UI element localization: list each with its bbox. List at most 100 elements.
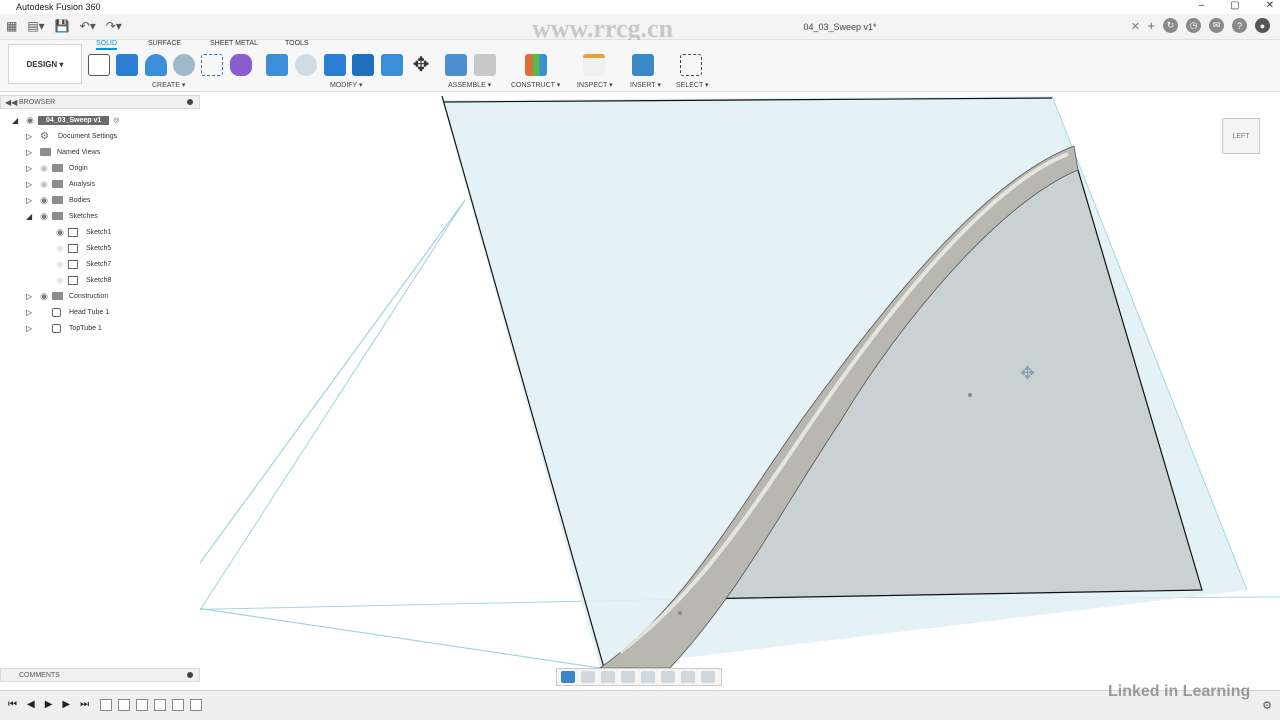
job-status-icon[interactable]: ◷ [1186, 18, 1201, 33]
timeline-feature[interactable] [172, 699, 184, 711]
tree-item-named-views[interactable]: ▷ Named Views [26, 144, 100, 160]
pattern-icon[interactable] [201, 54, 223, 76]
new-tab-icon[interactable]: + [1147, 18, 1155, 33]
zoom-icon[interactable] [621, 671, 635, 683]
pin-icon[interactable] [187, 672, 193, 678]
collapse-icon[interactable]: ◀◀ [5, 98, 17, 107]
inspect-group-label[interactable]: INSPECT ▾ [577, 81, 613, 89]
expand-triangle-icon[interactable]: ▷ [26, 324, 36, 333]
tree-item-bodies[interactable]: ▷ ◉ Bodies [26, 192, 90, 208]
close-window-icon[interactable]: ✕ [1266, 0, 1274, 11]
tree-item-origin[interactable]: ▷ ◉ Origin [26, 160, 88, 176]
new-component-icon[interactable] [445, 54, 467, 76]
eye-hidden-icon[interactable]: ◉ [52, 259, 68, 270]
timeline-feature[interactable] [154, 699, 166, 711]
expand-triangle-icon[interactable]: ▷ [26, 196, 36, 205]
timeline-feature[interactable] [190, 699, 202, 711]
timeline-feature[interactable] [118, 699, 130, 711]
chamfer-icon[interactable] [324, 54, 346, 76]
insert-image-icon[interactable] [632, 54, 654, 76]
eye-icon[interactable]: ◉ [36, 291, 52, 302]
joint-icon[interactable] [474, 54, 496, 76]
apps-grid-icon[interactable]: ▦ [6, 19, 17, 33]
select-icon[interactable] [680, 54, 702, 76]
move-icon[interactable]: ✥ [410, 54, 432, 76]
collapse-triangle-icon[interactable]: ◢ [26, 212, 36, 221]
tree-item-top-tube[interactable]: ▷ ◉ TopTube 1 [26, 320, 102, 336]
expand-triangle-icon[interactable]: ▷ [26, 148, 36, 157]
help-icon[interactable]: ? [1232, 18, 1247, 33]
settings-gear-icon[interactable]: ⚙ [1262, 699, 1272, 712]
go-to-start-icon[interactable]: ⏮ [8, 699, 17, 710]
eye-hidden-icon[interactable]: ◉ [36, 163, 52, 174]
form-icon[interactable] [230, 54, 252, 76]
tab-surface[interactable]: SURFACE [148, 40, 181, 47]
avatar[interactable]: ● [1255, 18, 1270, 33]
modify-group-label[interactable]: MODIFY ▾ [330, 81, 363, 89]
eye-hidden-icon[interactable]: ◉ [52, 275, 68, 286]
revolve-icon[interactable] [145, 54, 167, 76]
insert-group-label[interactable]: INSERT ▾ [630, 81, 661, 89]
shell-icon[interactable] [352, 54, 374, 76]
offset-plane-icon[interactable] [525, 54, 547, 76]
fillet-icon[interactable] [295, 54, 317, 76]
play-icon[interactable]: ▶ [45, 699, 53, 710]
file-menu-icon[interactable]: ▤▾ [27, 19, 44, 33]
expand-triangle-icon[interactable]: ▷ [26, 292, 36, 301]
measure-icon[interactable] [583, 54, 605, 76]
pin-icon[interactable] [187, 99, 193, 105]
viewcube[interactable]: LEFT [1222, 118, 1260, 154]
canvas-viewport[interactable]: ✥ [200, 92, 1280, 668]
expand-triangle-icon[interactable]: ▷ [26, 308, 36, 317]
undo-icon[interactable]: ↶▾ [80, 19, 96, 33]
tab-tools[interactable]: TOOLS [285, 40, 309, 47]
collapse-triangle-icon[interactable]: ◢ [12, 116, 22, 125]
tree-item-sketch7[interactable]: ◉ Sketch7 [52, 256, 111, 272]
expand-triangle-icon[interactable]: ▷ [26, 180, 36, 189]
browser-header[interactable]: ◀◀ BROWSER [0, 95, 200, 109]
hole-icon[interactable] [173, 54, 195, 76]
display-mode-icon[interactable] [661, 671, 675, 683]
redo-icon[interactable]: ↷▾ [106, 19, 122, 33]
tab-sheet-metal[interactable]: SHEET METAL [210, 40, 258, 47]
timeline-feature[interactable] [136, 699, 148, 711]
go-to-end-icon[interactable]: ⏭ [80, 699, 89, 710]
workspace-switcher[interactable]: DESIGN ▾ [8, 44, 82, 84]
eye-hidden-icon[interactable]: ◉ [36, 179, 52, 190]
grid-settings-icon[interactable] [681, 671, 695, 683]
notifications-icon[interactable]: ✉ [1209, 18, 1224, 33]
step-back-icon[interactable]: ◀ [27, 699, 35, 710]
combine-icon[interactable] [381, 54, 403, 76]
eye-icon[interactable]: ◉ [36, 211, 52, 222]
eye-icon[interactable]: ◉ [22, 115, 38, 126]
tree-item-sketch5[interactable]: ◉ Sketch5 [52, 240, 111, 256]
eye-icon[interactable]: ◉ [36, 195, 52, 206]
extensions-icon[interactable]: ↻ [1163, 18, 1178, 33]
assemble-group-label[interactable]: ASSEMBLE ▾ [448, 81, 491, 89]
fit-icon[interactable] [641, 671, 655, 683]
create-sketch-icon[interactable] [88, 54, 110, 76]
press-pull-icon[interactable] [266, 54, 288, 76]
tree-item-sketch8[interactable]: ◉ Sketch8 [52, 272, 111, 288]
save-icon[interactable]: 💾 [55, 19, 70, 33]
tree-item-construction[interactable]: ▷ ◉ Construction [26, 288, 108, 304]
eye-icon[interactable]: ◉ [52, 227, 68, 238]
minimize-icon[interactable]: – [1199, 0, 1205, 11]
tree-item-sketch1[interactable]: ◉ Sketch1 [52, 224, 111, 240]
pan-icon[interactable] [601, 671, 615, 683]
close-tab-icon[interactable]: ✕ [1131, 20, 1140, 33]
display-settings-icon[interactable] [561, 671, 575, 683]
tree-item-head-tube[interactable]: ▷ ◉ Head Tube 1 [26, 304, 109, 320]
step-forward-icon[interactable]: ▶ [62, 699, 70, 710]
activate-icon[interactable]: ◎ [113, 116, 119, 124]
tree-root[interactable]: ◢ ◉ 04_03_Sweep v1 ◎ [12, 112, 119, 128]
eye-hidden-icon[interactable]: ◉ [36, 323, 52, 334]
viewports-icon[interactable] [701, 671, 715, 683]
construct-group-label[interactable]: CONSTRUCT ▾ [511, 81, 560, 89]
maximize-icon[interactable]: ▢ [1230, 0, 1239, 11]
expand-triangle-icon[interactable]: ▷ [26, 164, 36, 173]
tree-item-sketches[interactable]: ◢ ◉ Sketches [26, 208, 98, 224]
tree-item-analysis[interactable]: ▷ ◉ Analysis [26, 176, 95, 192]
create-group-label[interactable]: CREATE ▾ [152, 81, 185, 89]
tree-item-document-settings[interactable]: ▷ ⚙ Document Settings [26, 128, 117, 144]
